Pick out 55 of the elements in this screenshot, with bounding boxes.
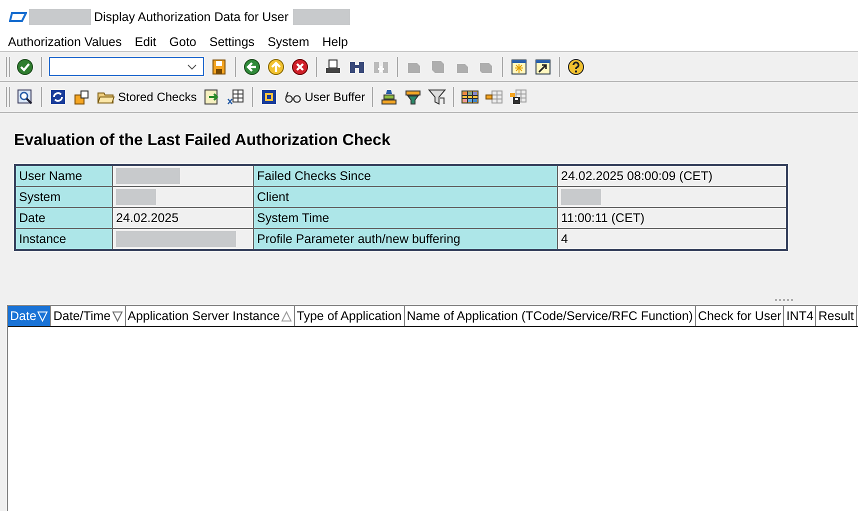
- column-header[interactable]: Date: [8, 306, 52, 326]
- field-label: Client: [254, 186, 558, 208]
- caret-icon[interactable]: [187, 64, 197, 70]
- back-icon[interactable]: [243, 58, 261, 76]
- other-object-icon[interactable]: [73, 88, 91, 106]
- field-label: Profile Parameter auth/new buffering: [254, 228, 558, 250]
- menu-item[interactable]: Goto: [169, 35, 196, 49]
- field-label: System: [15, 186, 112, 208]
- menu-item[interactable]: Settings: [209, 35, 255, 49]
- field-label: Date: [15, 208, 112, 228]
- field-value: 4: [558, 228, 787, 250]
- subtotal-icon[interactable]: [404, 88, 422, 106]
- help-icon[interactable]: [567, 58, 585, 76]
- column-header[interactable]: Result: [816, 306, 857, 326]
- column-header[interactable]: Name of Application (TCode/Service/RFC Function): [404, 306, 696, 326]
- sum-icon[interactable]: [380, 88, 398, 106]
- page-heading: Evaluation of the Last Failed Authorization Check: [14, 132, 392, 150]
- refresh-icon[interactable]: [49, 88, 67, 106]
- app-logo-icon: [9, 10, 27, 22]
- export-icon[interactable]: [202, 88, 221, 106]
- grid-save-icon[interactable]: [509, 88, 528, 106]
- window-title: Display Authorization Data for User: [94, 10, 289, 24]
- field-label: Failed Checks Since: [254, 165, 558, 186]
- menu-item[interactable]: Help: [322, 35, 348, 49]
- field-label: Instance: [15, 228, 112, 250]
- grid-icon[interactable]: [461, 88, 480, 106]
- details-icon[interactable]: [16, 88, 34, 106]
- toolbar-button[interactable]: Stored Checks: [97, 88, 197, 106]
- filter-icon[interactable]: [428, 88, 446, 106]
- splitter-grip-icon[interactable]: [774, 298, 794, 302]
- menu-item[interactable]: System: [268, 35, 310, 49]
- print-icon[interactable]: [324, 58, 342, 76]
- enter-icon[interactable]: [16, 58, 34, 76]
- menu-item[interactable]: Edit: [134, 35, 156, 49]
- toolbar-button[interactable]: User Buffer: [284, 88, 366, 106]
- column-header[interactable]: Application Server Instance: [126, 306, 295, 326]
- cancel-icon[interactable]: [291, 58, 309, 76]
- column-header[interactable]: Check for User: [696, 306, 784, 326]
- exit-icon[interactable]: [267, 58, 285, 76]
- new-window-icon[interactable]: [510, 58, 528, 76]
- shortcut-icon[interactable]: [534, 58, 552, 76]
- field-label: System Time: [254, 208, 558, 228]
- column-header[interactable]: INT4: [784, 306, 816, 326]
- command-field[interactable]: [49, 57, 204, 76]
- column-header[interactable]: Type of Application: [294, 306, 405, 326]
- field-value: 11:00:11 (CET): [558, 208, 787, 228]
- field-label: User Name: [15, 165, 112, 186]
- field-value: 24.02.2025: [112, 208, 254, 228]
- grid-select-icon[interactable]: [485, 88, 504, 106]
- spreadsheet-icon[interactable]: [226, 88, 245, 106]
- layout-icon[interactable]: [260, 88, 278, 106]
- column-header[interactable]: Date/Time: [51, 306, 126, 326]
- field-value: 24.02.2025 08:00:09 (CET): [558, 165, 787, 186]
- save-icon[interactable]: [210, 58, 228, 76]
- menu-item[interactable]: Authorization Values: [8, 35, 122, 49]
